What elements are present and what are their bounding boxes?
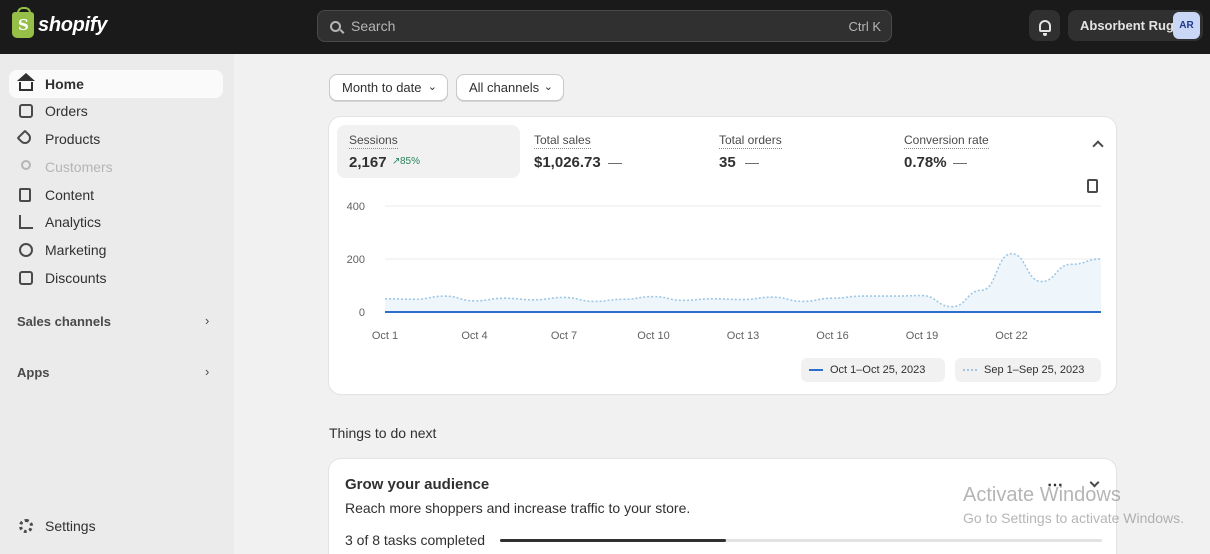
marketing-icon [19, 243, 33, 257]
y-tick-label: 200 [347, 254, 365, 266]
legend-label: Sep 1–Sep 25, 2023 [984, 364, 1085, 376]
watermark-title: Activate Windows [963, 484, 1121, 506]
sidebar-item-label: Content [45, 187, 95, 203]
sales-channels-header[interactable]: Sales channels [17, 314, 111, 329]
legend-current-period[interactable]: Oct 1–Oct 25, 2023 [801, 358, 945, 382]
main-content: Month to date ⌄ All channels ⌄ Sessions … [234, 54, 1210, 554]
sidebar-item-label: Orders [45, 103, 88, 119]
sidebar-item-analytics[interactable]: Analytics [9, 208, 223, 236]
products-icon [16, 129, 34, 147]
task-progress-label: 3 of 8 tasks completed [345, 532, 486, 548]
x-tick-label: Oct 1 [372, 330, 398, 342]
sidebar-item-home[interactable]: Home [9, 70, 223, 98]
sidebar: Home Orders Products Customers Content A… [0, 54, 234, 554]
search-icon [330, 20, 341, 32]
analytics-icon [19, 215, 33, 229]
x-tick-label: Oct 16 [816, 330, 848, 342]
analytics-card: Sessions 2,167 ↗85% Total sales $1,026.7… [329, 117, 1116, 394]
sidebar-item-label: Analytics [45, 214, 102, 230]
apps-header[interactable]: Apps [17, 365, 50, 380]
task-card-title: Grow your audience [345, 476, 490, 493]
x-tick-label: Oct 4 [461, 330, 487, 342]
channels-label: All channels [469, 80, 540, 95]
watermark-subtitle: Go to Settings to activate Windows. [963, 510, 1184, 526]
sidebar-item-products[interactable]: Products [9, 125, 223, 153]
task-progress-bar [500, 539, 1102, 542]
sidebar-item-label: Customers [45, 159, 113, 175]
x-tick-label: Oct 7 [551, 330, 577, 342]
sidebar-item-content[interactable]: Content [9, 181, 223, 209]
customers-icon [21, 160, 31, 170]
store-menu-button[interactable]: Absorbent Rug AR [1068, 10, 1203, 41]
sidebar-item-orders[interactable]: Orders [9, 97, 223, 125]
channels-selector[interactable]: All channels ⌄ [456, 74, 564, 101]
sidebar-item-label: Home [45, 76, 84, 92]
avatar: AR [1173, 12, 1200, 39]
sidebar-item-customers[interactable]: Customers [9, 153, 223, 181]
y-tick-label: 0 [359, 307, 365, 319]
sessions-chart: 400 200 0 Oct 1 Oct 4 Oct 7 Oct 10 Oct 13 Oct 16… [347, 201, 1102, 342]
orders-icon [19, 104, 33, 118]
chevron-down-icon: ⌄ [427, 81, 437, 93]
shopify-logo[interactable]: shopify [12, 7, 108, 38]
store-name: Absorbent Rug [1080, 18, 1174, 33]
sidebar-item-label: Discounts [45, 270, 107, 286]
top-bar: shopify Search Ctrl K Absorbent Rug AR [0, 0, 1210, 54]
shopify-bag-icon [12, 7, 34, 38]
chevron-right-icon[interactable]: › [205, 364, 209, 379]
task-card-description: Reach more shoppers and increase traffic… [345, 500, 691, 516]
sidebar-item-label: Marketing [45, 242, 107, 258]
chevron-right-icon[interactable]: › [205, 313, 209, 328]
sidebar-item-marketing[interactable]: Marketing [9, 236, 223, 264]
sidebar-item-discounts[interactable]: Discounts [9, 264, 223, 292]
legend-swatch [809, 369, 823, 371]
sidebar-item-label: Settings [45, 518, 96, 534]
discounts-icon [19, 271, 33, 285]
legend-previous-period[interactable]: Sep 1–Sep 25, 2023 [955, 358, 1101, 382]
x-tick-label: Oct 19 [906, 330, 938, 342]
y-tick-label: 400 [347, 201, 365, 213]
x-tick-label: Oct 13 [727, 330, 759, 342]
logo-text: shopify [38, 13, 108, 36]
legend-label: Oct 1–Oct 25, 2023 [830, 364, 926, 376]
date-range-label: Month to date [342, 80, 422, 95]
x-tick-label: Oct 10 [637, 330, 669, 342]
sidebar-item-settings[interactable]: Settings [9, 512, 223, 540]
legend-swatch [963, 369, 977, 371]
activate-windows-watermark: Activate Windows Go to Settings to activ… [963, 484, 1184, 526]
sidebar-item-label: Products [45, 131, 101, 147]
content-icon [19, 188, 31, 202]
previous-period-area [385, 253, 1101, 312]
chevron-down-icon: ⌄ [543, 81, 553, 93]
settings-icon [19, 519, 33, 533]
search-shortcut: Ctrl K [848, 18, 882, 34]
search-placeholder: Search [351, 18, 396, 34]
task-progress-fill [500, 539, 726, 542]
bell-icon [1038, 19, 1051, 36]
notifications-button[interactable] [1029, 10, 1060, 41]
things-to-do-heading: Things to do next [329, 425, 437, 441]
home-icon [17, 73, 35, 91]
search-bar[interactable]: Search Ctrl K [317, 10, 892, 42]
x-tick-label: Oct 22 [995, 330, 1027, 342]
date-range-selector[interactable]: Month to date ⌄ [329, 74, 448, 101]
